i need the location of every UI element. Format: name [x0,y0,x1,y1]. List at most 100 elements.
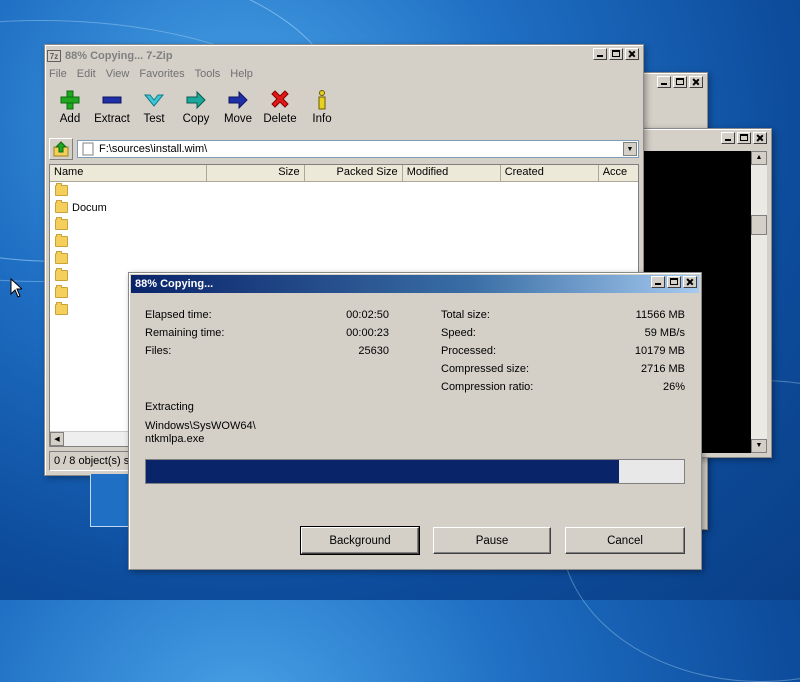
folder-icon [55,234,68,247]
list-item[interactable] [50,182,638,199]
status-text: 0 / 8 object(s) se [54,455,136,467]
address-bar: F:\sources\install.wim\ ▼ [49,138,639,160]
list-item[interactable] [50,250,638,267]
extracting-label: Extracting [145,401,194,413]
list-item[interactable] [50,233,638,250]
move-button[interactable]: Move [219,89,257,125]
window-controls [593,48,639,60]
menu-edit[interactable]: Edit [77,68,96,80]
document-icon [82,142,94,156]
files-label: Files: [145,345,172,357]
total-size-label: Total size: [441,309,490,321]
maximize-icon[interactable] [673,76,687,88]
compressed-size-label: Compressed size: [441,363,530,375]
maximize-icon[interactable] [609,48,623,60]
maximize-icon[interactable] [667,276,681,288]
pause-button[interactable]: Pause [433,527,551,554]
minimize-icon[interactable] [593,48,607,60]
window-controls [721,132,767,144]
processed-label: Processed: [441,345,497,357]
compressed-size-value: 2716 MB [640,363,685,375]
files-value: 25630 [358,345,389,357]
list-item[interactable] [50,216,638,233]
info-button[interactable]: Info [303,89,341,125]
elapsed-time-value: 00:02:50 [346,309,389,321]
minimize-icon[interactable] [657,76,671,88]
list-item-label: Docum [72,201,107,214]
cancel-button[interactable]: Cancel [565,527,685,554]
minus-icon [102,96,122,104]
column-created[interactable]: Created [501,165,599,181]
column-accessed[interactable]: Acce [599,165,638,181]
scroll-up-icon[interactable]: ▲ [751,151,767,165]
copy-button[interactable]: Copy [177,89,215,125]
mouse-cursor-icon [10,278,22,298]
minimize-icon[interactable] [721,132,735,144]
minimize-icon[interactable] [651,276,665,288]
progress-dialog-title: 88% Copying... [135,278,214,290]
background-window-1-titlebar[interactable] [643,75,705,93]
move-label: Move [223,113,253,125]
processed-value: 10179 MB [634,345,685,357]
main-window-title: 88% Copying... 7-Zip [65,50,173,62]
folder-icon [55,268,68,281]
window-controls [651,276,697,288]
column-size[interactable]: Size [207,165,305,181]
info-icon [318,90,326,110]
menu-help[interactable]: Help [230,68,253,80]
compression-ratio-label: Compression ratio: [441,381,534,393]
scroll-thumb[interactable] [751,215,767,235]
list-item[interactable]: Docum [50,199,638,216]
menu-bar: File Edit View Favorites Tools Help [49,68,253,80]
close-icon[interactable] [683,276,697,288]
extract-label: Extract [94,113,130,125]
progress-dialog[interactable]: 88% Copying... Elapsed time: 00:02:50 Re… [128,272,702,570]
folder-icon [55,302,68,315]
scroll-down-icon[interactable]: ▼ [751,439,767,453]
close-icon[interactable] [753,132,767,144]
column-modified[interactable]: Modified [403,165,501,181]
up-folder-button[interactable] [49,138,73,160]
folder-icon [55,183,68,196]
test-button[interactable]: Test [135,89,173,125]
main-window-titlebar[interactable]: 7z 88% Copying... 7-Zip [47,47,641,65]
copy-label: Copy [182,113,210,125]
folder-icon [55,217,68,230]
add-button[interactable]: Add [51,89,89,125]
test-label: Test [143,113,165,125]
address-input[interactable]: F:\sources\install.wim\ ▼ [77,140,639,158]
toolbar: Add Extract Test Copy Move Delete Info [51,89,341,125]
column-packed-size[interactable]: Packed Size [305,165,403,181]
total-size-value: 11566 MB [635,309,685,321]
extract-button[interactable]: Extract [93,89,131,125]
copy-arrow-icon [186,90,206,110]
folder-icon [55,285,68,298]
menu-file[interactable]: File [49,68,67,80]
folder-icon [55,200,68,213]
chevron-down-icon[interactable]: ▼ [623,142,637,156]
progress-bar-fill [146,460,620,483]
info-label: Info [312,113,332,125]
delete-button[interactable]: Delete [261,89,299,125]
maximize-icon[interactable] [737,132,751,144]
speed-label: Speed: [441,327,476,339]
window-controls [657,76,703,88]
speed-value: 59 MB/s [644,327,685,339]
compression-ratio-value: 26% [662,381,685,393]
scroll-left-icon[interactable]: ◀ [50,432,64,446]
console-scrollbar[interactable]: ▲ ▼ [751,151,767,453]
close-icon[interactable] [625,48,639,60]
menu-favorites[interactable]: Favorites [139,68,184,80]
delete-label: Delete [263,113,297,125]
console-window-titlebar[interactable] [639,131,769,149]
background-button[interactable]: Background [300,526,420,555]
address-text: F:\sources\install.wim\ [99,143,208,155]
up-folder-icon [53,141,69,157]
close-icon[interactable] [689,76,703,88]
menu-view[interactable]: View [106,68,130,80]
current-path: Windows\SysWOW64\ [145,420,256,432]
column-header-row: Name Size Packed Size Modified Created A… [50,165,638,182]
column-name[interactable]: Name [50,165,207,181]
menu-tools[interactable]: Tools [195,68,221,80]
progress-dialog-titlebar[interactable]: 88% Copying... [131,275,699,293]
